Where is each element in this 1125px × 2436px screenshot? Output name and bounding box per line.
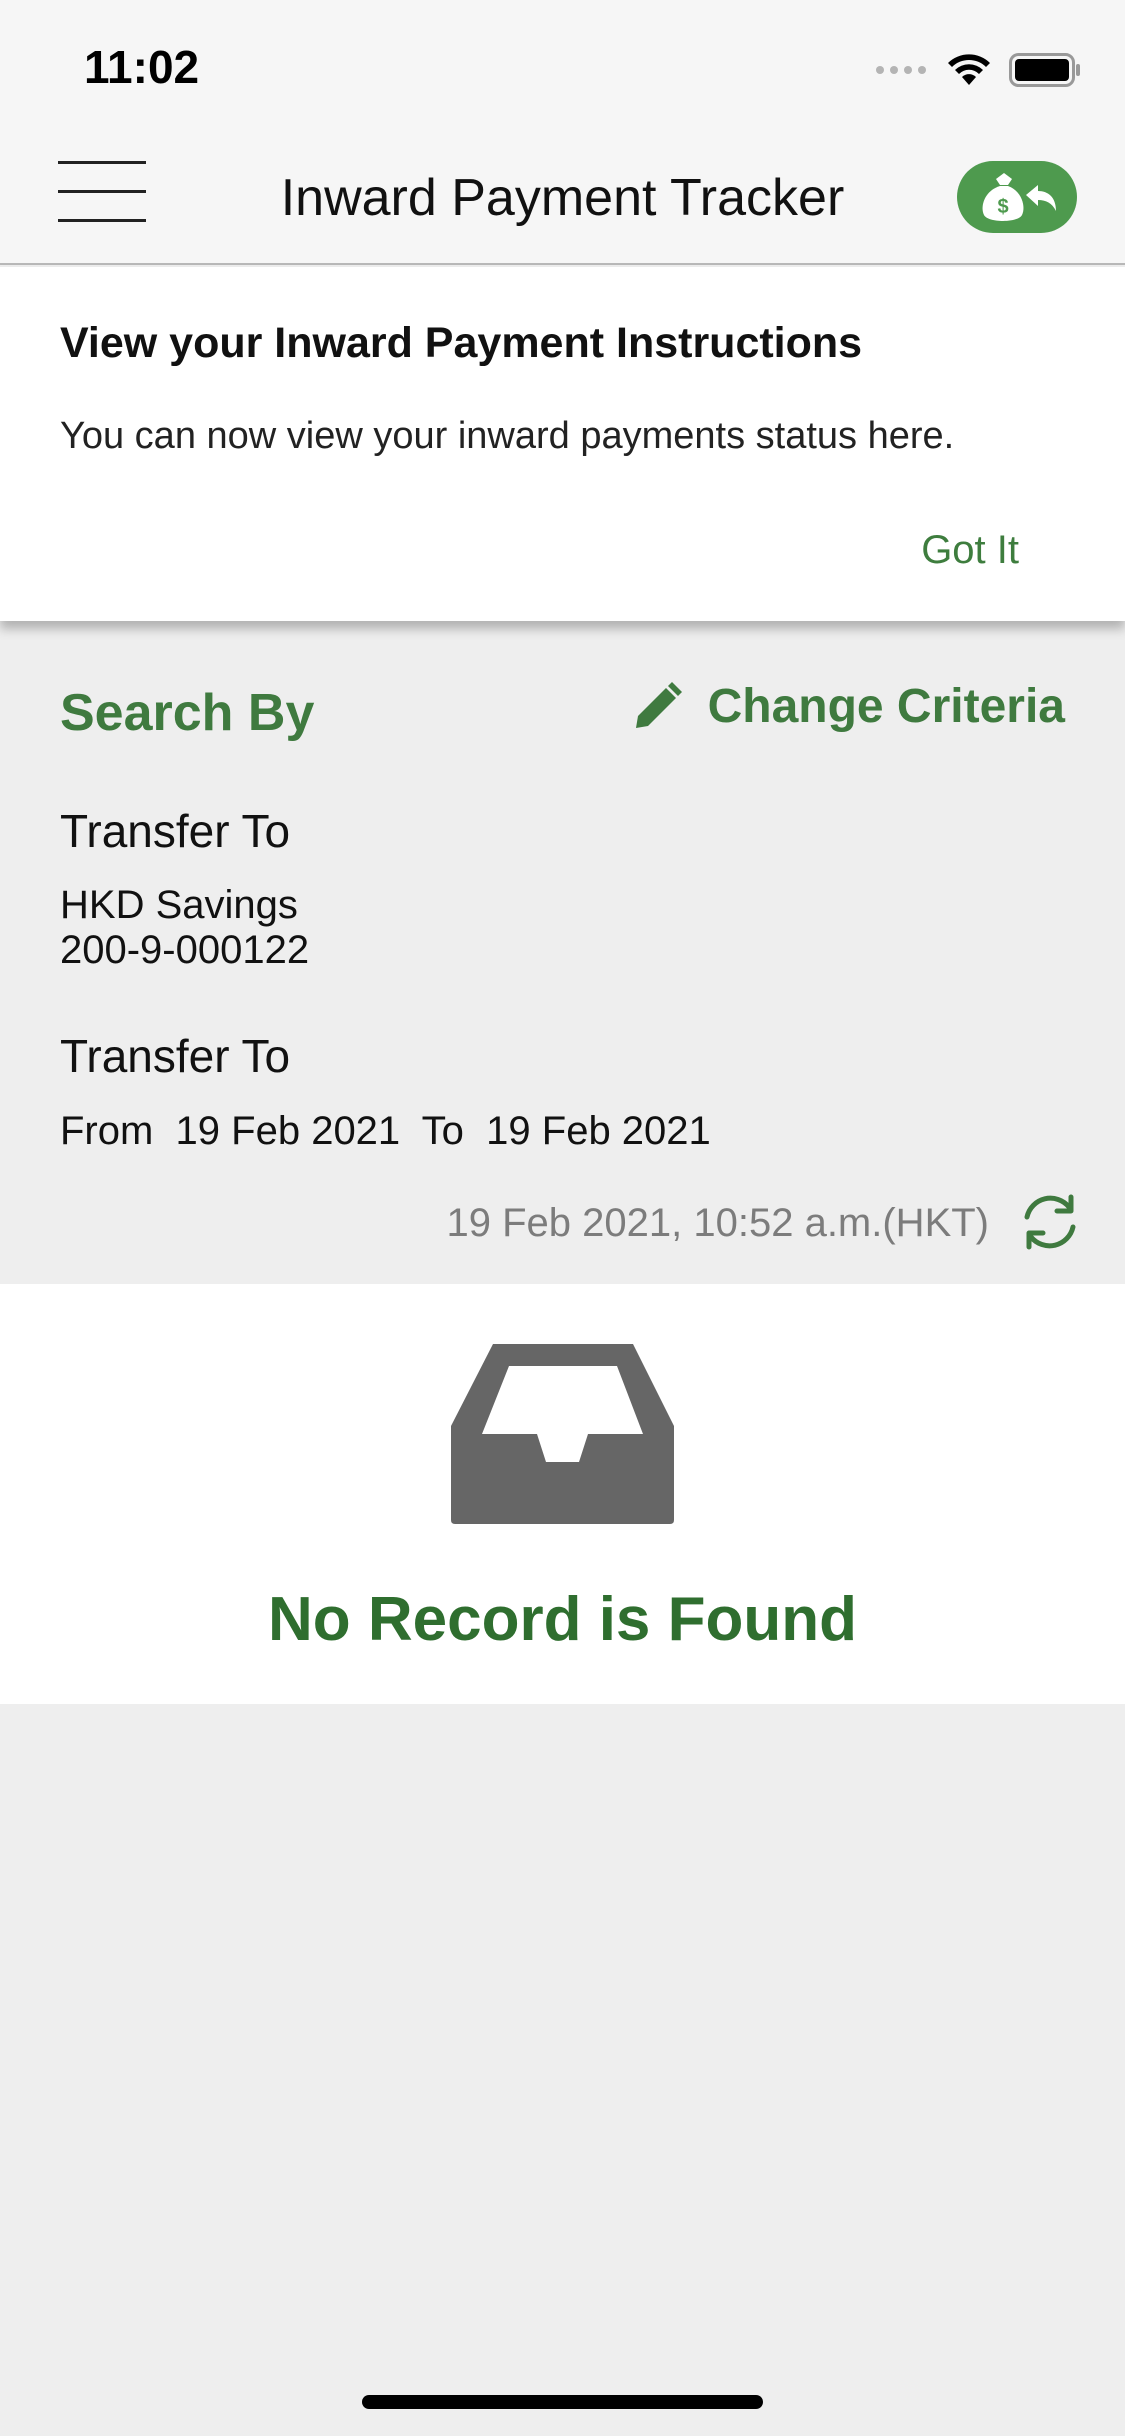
date-range: From 19 Feb 2021 To 19 Feb 2021 (60, 1109, 711, 1153)
screen: 11:02 Inward Payment Tracker $ View your… (0, 0, 1125, 2436)
status-time: 11:02 (84, 41, 200, 93)
search-by-heading: Search By (60, 684, 315, 742)
pencil-icon (635, 681, 682, 728)
status-icons (875, 50, 1081, 90)
change-criteria-label: Change Criteria (707, 680, 1065, 733)
info-title: View your Inward Payment Instructions (60, 319, 863, 367)
wifi-icon (948, 54, 990, 85)
svg-text:$: $ (997, 196, 1008, 218)
hamburger-menu-icon (58, 161, 146, 164)
refresh-icon (1024, 1194, 1076, 1250)
got-it-button[interactable]: Got It (921, 528, 1019, 573)
account-number: 200-9-000122 (60, 928, 310, 972)
last-updated-timestamp: 19 Feb 2021, 10:52 a.m.(HKT) (446, 1201, 990, 1245)
info-panel: View your Inward Payment Instructions Yo… (0, 267, 1125, 621)
account-name: HKD Savings (60, 883, 298, 927)
status-bar: 11:02 (0, 0, 1125, 135)
refresh-button[interactable] (1019, 1191, 1081, 1253)
empty-state-message: No Record is Found (268, 1585, 857, 1654)
battery-icon (1009, 53, 1080, 87)
transfer-to-label: Transfer To (60, 805, 291, 857)
payment-tracker-button[interactable]: $ (957, 161, 1077, 233)
home-indicator[interactable] (362, 2395, 763, 2409)
change-criteria-button[interactable]: Change Criteria (632, 679, 1065, 734)
nav-bar: Inward Payment Tracker $ (0, 135, 1125, 265)
cellular-signal-icon (876, 66, 926, 74)
empty-state: No Record is Found (0, 1284, 1125, 1704)
inbox-tray-icon (451, 1344, 674, 1524)
info-body: You can now view your inward payments st… (60, 415, 955, 457)
date-range-label: Transfer To (60, 1030, 291, 1082)
search-section: Search By Change Criteria Transfer To HK… (0, 621, 1125, 1284)
money-bag-return-icon: $ (982, 173, 1056, 221)
